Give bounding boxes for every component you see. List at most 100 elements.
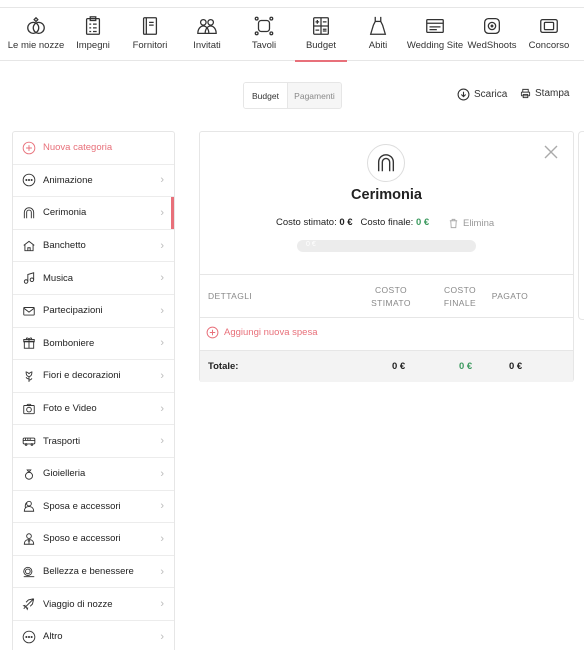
dress-icon (369, 16, 387, 35)
category-sposa-e-accessori[interactable]: Sposa e accessori › (13, 491, 174, 524)
category-sposo-e-accessori[interactable]: Sposo e accessori › (13, 523, 174, 556)
chevron-right-icon: › (160, 598, 164, 611)
download-label: Scarica (474, 89, 508, 100)
category-label: Sposa e accessori (43, 500, 121, 512)
nav-wedding-site[interactable]: Wedding Site (406, 8, 464, 61)
bus-icon (22, 437, 36, 446)
total-paid: 0 € (509, 361, 523, 372)
expenses-table-header: DETTAGLI COSTO STIMATO COSTO FINALE PAGA… (200, 274, 573, 318)
nav-label: Le mie nozze (7, 40, 65, 51)
estimated-cost-label: Costo stimato: (276, 217, 337, 228)
chevron-right-icon: › (160, 435, 164, 448)
table-icon (254, 16, 274, 36)
tab-pagamenti[interactable]: Pagamenti (288, 83, 341, 108)
cost-summary: Costo stimato: 0 € Costo finale: 0 € (276, 217, 429, 228)
category-viaggio-di-nozze[interactable]: Viaggio di nozze › (13, 588, 174, 621)
category-label: Fiori e decorazioni (43, 370, 121, 382)
final-cost-label: Costo finale: (360, 217, 414, 228)
chevron-right-icon: › (160, 532, 164, 545)
website-icon (426, 18, 444, 34)
progress-label: 0 € (306, 241, 316, 248)
header-paid: PAGATO (491, 291, 529, 301)
plane-icon (22, 598, 35, 611)
nav-invitati[interactable]: Invitati (184, 8, 230, 61)
category-musica[interactable]: Musica › (13, 262, 174, 295)
chevron-right-icon: › (160, 337, 164, 350)
chevron-right-icon: › (160, 239, 164, 252)
chevron-right-icon: › (160, 272, 164, 285)
header-details: DETTAGLI (208, 291, 253, 301)
nav-label: Invitati (193, 40, 221, 51)
close-button[interactable] (544, 145, 558, 162)
category-label: Altro (43, 631, 63, 643)
gift-icon (23, 337, 35, 350)
music-icon (23, 272, 35, 284)
category-label: Foto e Video (43, 403, 97, 415)
total-estimated: 0 € (392, 361, 406, 372)
envelope-icon (23, 306, 35, 316)
arch-icon (377, 154, 395, 172)
print-icon (520, 88, 531, 99)
close-icon (544, 145, 558, 159)
category-gioielleria[interactable]: Gioielleria › (13, 458, 174, 491)
new-category-button[interactable]: Nuova categoria (13, 132, 174, 165)
nav-impegni[interactable]: Impegni (70, 8, 116, 61)
download-button[interactable]: Scarica (457, 88, 507, 101)
nav-budget[interactable]: Budget (295, 8, 347, 62)
total-label: Totale: (208, 361, 239, 372)
header-estimated-cost: COSTO STIMATO (356, 284, 426, 310)
dots-icon (22, 174, 36, 187)
chevron-right-icon: › (160, 304, 164, 317)
category-fiori-e-decorazioni[interactable]: Fiori e decorazioni › (13, 360, 174, 393)
category-cerimonia[interactable]: Cerimonia › (13, 197, 174, 230)
nav-label: Abiti (368, 40, 388, 51)
tab-budget[interactable]: Budget (244, 83, 288, 108)
nav-concorso[interactable]: Concorso (526, 8, 572, 61)
beauty-icon (23, 566, 35, 577)
category-animazione[interactable]: Animazione › (13, 165, 174, 198)
print-button[interactable]: Stampa (520, 88, 569, 99)
add-expense-button[interactable]: Aggiungi nuova spesa (206, 326, 318, 339)
category-trasporti[interactable]: Trasporti › (13, 425, 174, 458)
nav-fornitori[interactable]: Fornitori (127, 8, 173, 61)
nav-wedshoots[interactable]: WedShoots (467, 8, 517, 61)
chevron-right-icon: › (160, 206, 164, 219)
nav-le-mie-nozze[interactable]: Le mie nozze (4, 8, 68, 61)
category-partecipazioni[interactable]: Partecipazioni › (13, 295, 174, 328)
chevron-right-icon: › (160, 630, 164, 643)
category-banchetto[interactable]: Banchetto › (13, 230, 174, 263)
category-label: Nuova categoria (43, 142, 113, 154)
nav-tavoli[interactable]: Tavoli (241, 8, 287, 61)
plus-circle-icon (22, 141, 36, 155)
header-estimated-line1: COSTO (374, 285, 408, 295)
nav-label: Tavoli (251, 40, 277, 51)
category-label: Bellezza e benessere (43, 566, 134, 578)
category-altro[interactable]: Altro › (13, 621, 174, 650)
side-panel-edge (578, 131, 584, 320)
book-icon (142, 17, 158, 35)
category-label: Musica (43, 272, 74, 284)
category-badge (367, 144, 405, 182)
totals-row: Totale: 0 € 0 € 0 € (200, 350, 573, 382)
category-title: Cerimonia (351, 187, 422, 203)
download-icon (457, 88, 470, 101)
delete-button[interactable]: Elimina (448, 218, 494, 229)
budget-tabs: Budget Pagamenti (243, 82, 342, 109)
nav-label: Budget (305, 40, 337, 51)
trash-icon (449, 218, 458, 229)
category-label: Gioielleria (43, 468, 86, 480)
nav-label: Wedding Site (406, 40, 464, 51)
category-label: Banchetto (43, 240, 86, 252)
chevron-right-icon: › (160, 174, 164, 187)
nav-abiti[interactable]: Abiti (355, 8, 401, 61)
ring-icon (25, 469, 33, 480)
category-list: Nuova categoria Animazione › Cerimonia ›… (12, 131, 175, 650)
category-bellezza-e-benessere[interactable]: Bellezza e benessere › (13, 556, 174, 589)
category-foto-e-video[interactable]: Foto e Video › (13, 393, 174, 426)
dots-icon (22, 630, 36, 644)
nav-label: Fornitori (132, 40, 168, 51)
house-icon (23, 240, 35, 251)
category-bomboniere[interactable]: Bomboniere › (13, 328, 174, 361)
chevron-right-icon: › (160, 402, 164, 415)
category-label: Trasporti (43, 435, 81, 447)
